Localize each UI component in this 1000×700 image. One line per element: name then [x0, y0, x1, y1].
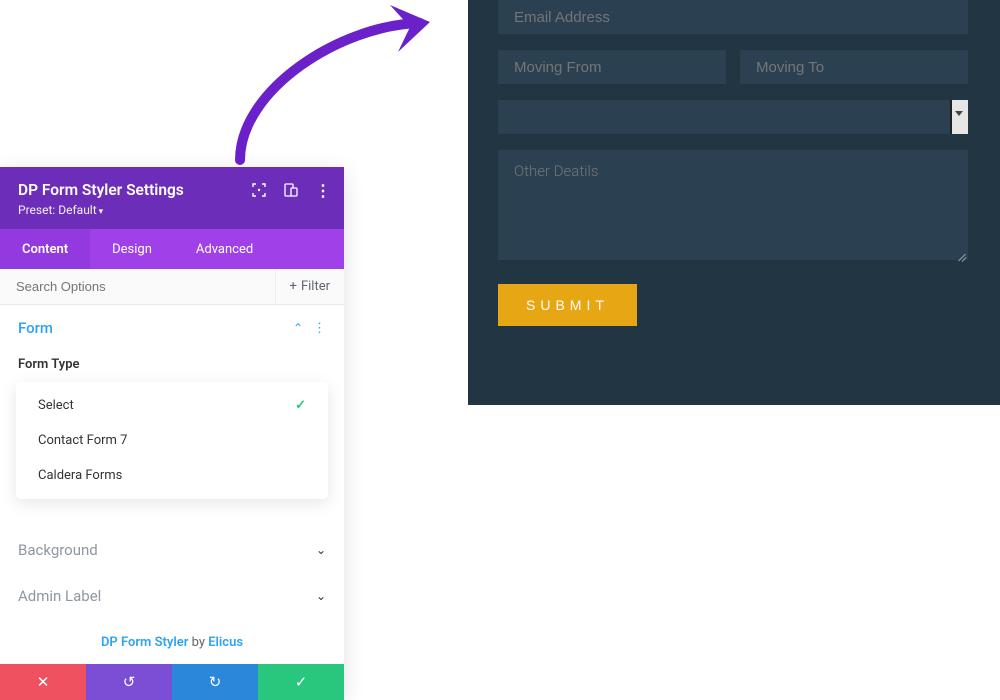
chevron-up-icon: ⌃: [293, 321, 303, 335]
dropdown-option-caldera[interactable]: Caldera Forms: [16, 458, 328, 493]
chevron-down-icon: [955, 111, 963, 116]
form-preview: SUBMIT: [468, 0, 1000, 405]
redo-button[interactable]: ↻: [172, 664, 258, 700]
tab-advanced[interactable]: Advanced: [174, 229, 275, 269]
arrow-illustration: [220, 0, 450, 170]
submit-button[interactable]: SUBMIT: [498, 284, 637, 326]
more-icon[interactable]: ⋮: [313, 322, 326, 335]
action-bar: ✕ ↺ ↻ ✓: [0, 664, 344, 700]
check-icon: ✓: [295, 673, 308, 691]
close-icon: ✕: [37, 673, 50, 691]
section-admin-label[interactable]: Admin Label ⌄: [0, 573, 344, 619]
check-icon: ✓: [295, 398, 306, 413]
more-icon[interactable]: ⋮: [316, 183, 330, 197]
search-input[interactable]: [0, 279, 275, 294]
details-textarea[interactable]: [498, 150, 968, 260]
service-select[interactable]: [498, 100, 968, 134]
search-row: + Filter: [0, 269, 344, 305]
author-link[interactable]: Elicus: [208, 635, 243, 650]
moving-to-field[interactable]: [740, 50, 968, 84]
tab-design[interactable]: Design: [90, 229, 174, 269]
close-button[interactable]: ✕: [0, 664, 86, 700]
form-type-dropdown: Select ✓ Contact Form 7 Caldera Forms: [16, 382, 328, 499]
settings-panel: DP Form Styler Settings Preset: Default▾…: [0, 167, 344, 700]
form-type-label: Form Type: [18, 357, 326, 372]
filter-button[interactable]: + Filter: [275, 269, 344, 304]
dropdown-option-cf7[interactable]: Contact Form 7: [16, 423, 328, 458]
section-form[interactable]: Form ⌃ ⋮: [0, 305, 344, 351]
redo-icon: ↻: [209, 673, 222, 691]
plus-icon: +: [290, 279, 297, 294]
moving-from-field[interactable]: [498, 50, 726, 84]
chevron-down-icon: ⌄: [316, 589, 326, 603]
undo-icon: ↺: [123, 673, 136, 691]
scan-icon[interactable]: [252, 183, 266, 197]
panel-header: DP Form Styler Settings Preset: Default▾…: [0, 167, 344, 229]
email-field[interactable]: [498, 0, 968, 34]
tab-content[interactable]: Content: [0, 229, 90, 269]
product-link[interactable]: DP Form Styler: [101, 635, 188, 650]
undo-button[interactable]: ↺: [86, 664, 172, 700]
preset-selector[interactable]: Preset: Default▾: [18, 203, 326, 217]
chevron-down-icon: ⌄: [316, 543, 326, 557]
section-background[interactable]: Background ⌄: [0, 527, 344, 573]
save-button[interactable]: ✓: [258, 664, 344, 700]
section-form-body: Form Type Select ✓ Contact Form 7 Calder…: [0, 357, 344, 527]
dropdown-option-select[interactable]: Select ✓: [16, 388, 328, 423]
responsive-icon[interactable]: [284, 183, 298, 197]
tabs: Content Design Advanced: [0, 229, 344, 269]
chevron-down-icon: ▾: [99, 207, 104, 217]
